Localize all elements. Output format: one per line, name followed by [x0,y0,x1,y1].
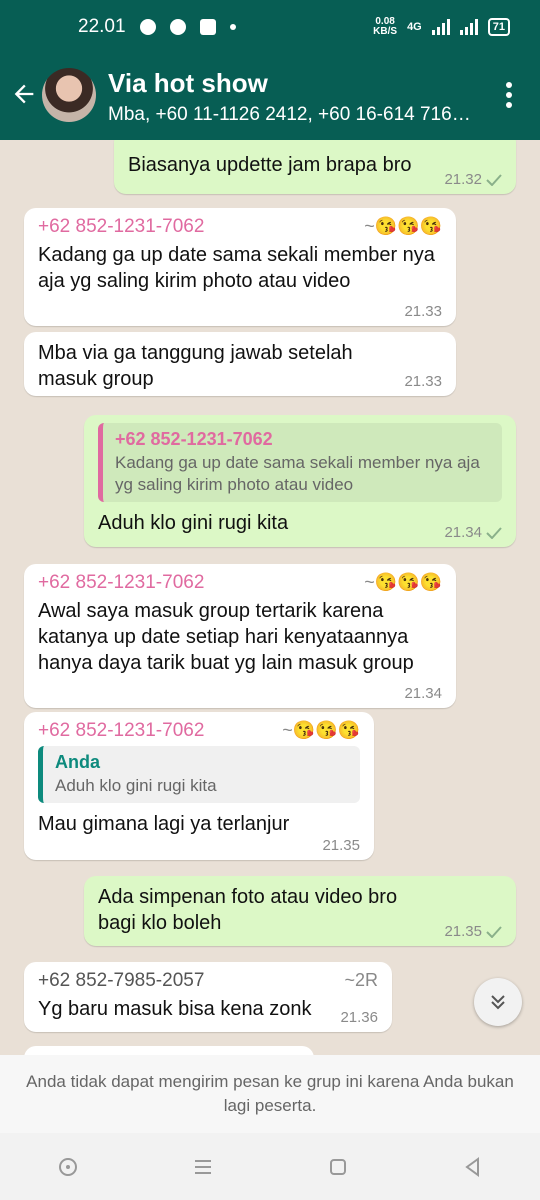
quoted-sender: Anda [55,752,100,772]
message-bubble-outgoing[interactable]: Biasanya updette jam brapa bro 21.32 [114,140,516,194]
back-icon[interactable] [461,1155,485,1179]
message-bubble-outgoing[interactable]: +62 852-1231-7062 Kadang ga up date sama… [84,415,516,547]
message-bubble-incoming[interactable]: +62 852-7985-2057 ~2R Yg baru masuk bisa… [24,962,392,1032]
scroll-to-bottom-button[interactable] [474,978,522,1026]
sender-phone[interactable]: +62 852-1231-7062 [38,572,204,594]
message-meta: 21.36 [340,1009,378,1026]
signal-icon-2 [459,19,478,35]
message-time: 21.35 [322,837,360,854]
app-notification-icon [169,19,186,35]
sender-phone[interactable]: +62 852-7985-2057 [38,970,204,992]
more-notifications-dot-icon [229,24,236,30]
message-text: Yg baru masuk bisa kena zonk [38,998,312,1020]
back-arrow-icon[interactable] [10,80,38,108]
message-time: 21.33 [404,303,442,320]
message-bubble-outgoing[interactable]: Ada simpenan foto atau video bro bagi kl… [84,876,516,946]
sender-nickname: ~😘😘😘 [364,572,442,592]
message-bubble-incoming[interactable]: Mba via ga tanggung jawab setelah masuk … [24,332,456,396]
sender-nickname: ~😘😘😘 [282,720,360,740]
cannot-send-notice: Anda tidak dapat mengirim pesan ke grup … [0,1055,540,1133]
check-icon [486,173,502,186]
message-time: 21.34 [444,524,482,541]
home-icon[interactable] [326,1155,350,1179]
message-time: 21.33 [404,373,442,390]
message-time: 21.36 [340,1009,378,1026]
sender-phone[interactable]: +62 852-1231-7062 [38,216,204,238]
check-icon [486,925,502,938]
message-meta: 21.35 [322,837,360,854]
status-bar: 22.01 0.08 KB/S 4G 71 [0,0,540,54]
message-bubble-incoming[interactable]: +62 852-1231-7062 ~😘😘😘 Anda Aduh klo gin… [24,712,374,860]
double-chevron-down-icon [491,995,505,1010]
message-meta: 21.33 [404,373,442,390]
network-speed: 0.08 KB/S [373,16,398,37]
message-time: 21.35 [444,923,482,940]
message-meta: 21.34 [404,685,442,702]
quoted-message[interactable]: +62 852-1231-7062 Kadang ga up date sama… [98,423,502,502]
signal-icon [431,19,450,35]
system-navigation-bar [0,1133,540,1200]
message-text: Awal saya masuk group tertarik karena ka… [38,600,414,674]
sender-nickname: ~😘😘😘 [364,216,442,236]
group-title[interactable]: Via hot show [108,68,268,99]
message-time: 21.32 [444,171,482,188]
message-text: Aduh klo gini rugi kita [98,512,289,534]
quoted-text: Aduh klo gini rugi kita [55,776,217,795]
messenger-icon [139,19,156,35]
network-type: 4G [407,21,422,33]
sender-nickname: ~2R [344,970,378,990]
message-meta: 21.34 [444,524,502,541]
chat-area[interactable]: Biasanya updette jam brapa bro 21.32 +62… [0,140,540,1055]
quoted-text: Kadang ga up date sama sekali member nya… [115,453,480,494]
message-text: Mau gimana lagi ya terlanjur [38,813,290,835]
message-text: Kadang ga up date sama sekali member nya… [38,244,435,292]
message-meta: 21.33 [404,303,442,320]
image-notification-icon [199,19,216,35]
quoted-sender: +62 852-1231-7062 [115,429,273,449]
more-vert-icon[interactable] [506,82,514,110]
check-icon [486,526,502,539]
message-bubble-incoming[interactable]: +62 852-1231-7062 ~😘😘😘 Awal saya masuk g… [24,564,456,708]
message-text: Mba via ga tanggung jawab setelah masuk … [38,342,353,390]
clock: 22.01 [78,16,126,37]
assistant-icon[interactable] [56,1155,80,1179]
message-time: 21.34 [404,685,442,702]
message-meta: 21.35 [444,923,502,940]
message-bubble-incoming[interactable]: +62 852-1231-7062 ~😘😘😘 Kadang ga up date… [24,208,456,326]
sender-phone[interactable]: +62 852-1231-7062 [38,720,204,742]
message-bubble-incoming-partial[interactable] [24,1046,314,1055]
group-participants[interactable]: Mba, +60 11-1126 2412, +60 16-614 716… [108,104,488,126]
recent-apps-icon[interactable] [191,1155,215,1179]
message-meta: 21.32 [444,171,502,188]
message-text: Ada simpenan foto atau video bro bagi kl… [98,886,398,934]
quoted-message[interactable]: Anda Aduh klo gini rugi kita [38,746,360,803]
battery-indicator: 71 [487,18,510,36]
group-avatar[interactable] [42,68,96,122]
chat-header: Via hot show Mba, +60 11-1126 2412, +60 … [0,54,540,140]
